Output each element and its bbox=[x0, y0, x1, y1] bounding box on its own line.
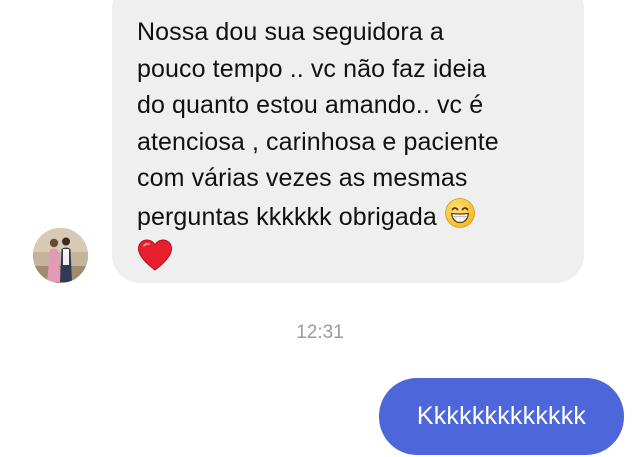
message-timestamp: 12:31 bbox=[296, 322, 344, 343]
outgoing-message-text: Kkkkkkkkkkkkk bbox=[416, 402, 587, 430]
avatar-photo-icon bbox=[33, 228, 88, 283]
sender-avatar[interactable] bbox=[33, 228, 88, 283]
red-heart-emoji-icon bbox=[137, 239, 173, 284]
outgoing-message-bubble[interactable]: Kkkkkkkkkkkkk bbox=[379, 378, 624, 455]
incoming-message-bubble[interactable]: Nossa dou sua seguidora a pouco tempo ..… bbox=[112, 0, 584, 283]
chat-thread: Nossa dou sua seguidora a pouco tempo ..… bbox=[0, 0, 640, 457]
grinning-face-emoji-icon bbox=[444, 197, 476, 240]
incoming-message-content: Nossa dou sua seguidora a pouco tempo ..… bbox=[137, 14, 564, 284]
